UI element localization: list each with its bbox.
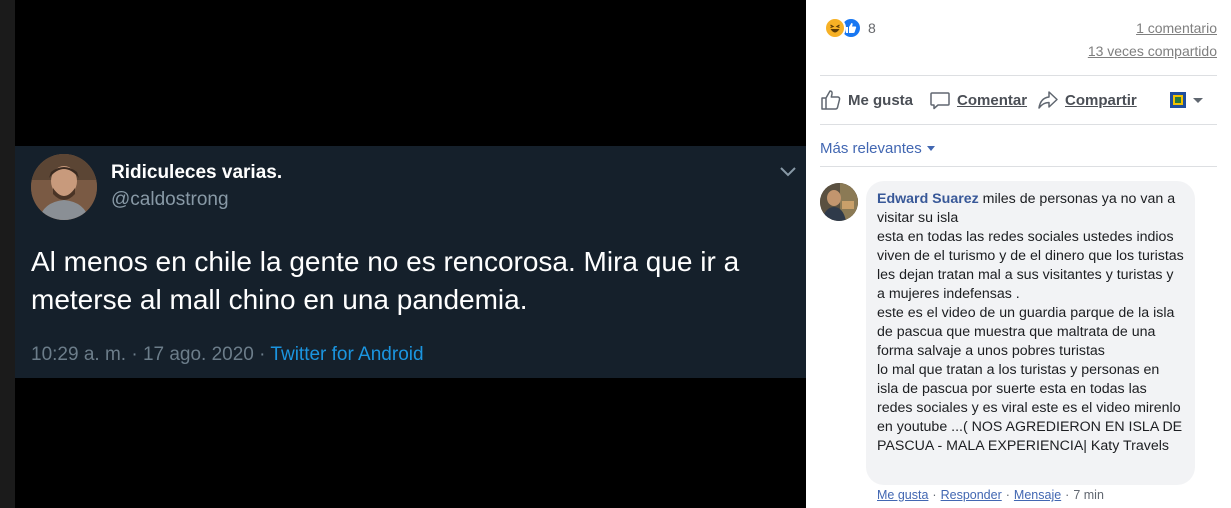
tweet-avatar	[31, 154, 97, 220]
comment-label: Comentar	[957, 91, 1028, 109]
thumbs-up-icon	[821, 90, 841, 110]
comments-count-link[interactable]: 1 comentario	[1136, 20, 1217, 36]
post-actions: Me gusta Comentar Compartir	[820, 86, 1220, 114]
post-photo[interactable]: Ridiculeces varias. @caldostrong Al meno…	[0, 0, 806, 508]
photo-edge	[0, 0, 15, 508]
share-button[interactable]: Compartir	[1037, 89, 1137, 111]
comment-actions: Me gusta · Responder · Mensaje · 7 min	[877, 488, 1104, 502]
tweet-meta: 10:29 a. m. · 17 ago. 2020 · Twitter for…	[31, 344, 424, 366]
comment-like-link[interactable]: Me gusta	[877, 488, 928, 502]
comment-message-link[interactable]: Mensaje	[1014, 488, 1061, 502]
facebook-panel: 8 1 comentario 13 veces compartido Me gu…	[806, 0, 1231, 508]
shares-count-link[interactable]: 13 veces compartido	[1088, 43, 1217, 59]
share-icon	[1038, 91, 1058, 109]
commenter-avatar[interactable]	[820, 183, 858, 221]
divider	[820, 124, 1217, 125]
comment-bubble: Edward Suarez miles de personas ya no va…	[866, 181, 1195, 485]
chevron-down-icon	[780, 167, 796, 177]
post-as-selector[interactable]	[1170, 92, 1205, 108]
share-label: Compartir	[1065, 91, 1137, 109]
haha-reaction-icon	[824, 17, 846, 39]
tweet-time: 10:29 a. m. · 17 ago. 2020 ·	[31, 344, 271, 365]
tweet-source: Twitter for Android	[270, 344, 424, 365]
like-button[interactable]: Me gusta	[820, 89, 913, 111]
comment-reply-link[interactable]: Responder	[941, 488, 1002, 502]
like-label: Me gusta	[848, 91, 914, 109]
comments-sort-label: Más relevantes	[820, 140, 922, 157]
reaction-count: 8	[868, 20, 876, 36]
tweet-display-name: Ridiculeces varias.	[111, 162, 283, 183]
comment-icon	[930, 92, 950, 110]
divider	[820, 166, 1217, 167]
page-avatar-icon	[1170, 92, 1186, 108]
comment-author[interactable]: Edward Suarez	[877, 191, 979, 207]
caret-down-icon	[926, 146, 935, 151]
divider	[820, 75, 1217, 76]
caret-down-icon	[1193, 98, 1203, 103]
tweet-text: Al menos en chile la gente no es rencoro…	[31, 246, 740, 315]
comment-button[interactable]: Comentar	[929, 89, 1027, 111]
comment-time: 7 min	[1073, 488, 1104, 502]
tweet-handle: @caldostrong	[111, 189, 229, 210]
comment-text: miles de personas ya no van a visitar su…	[877, 191, 1184, 454]
comments-sort-dropdown[interactable]: Más relevantes	[820, 140, 935, 157]
tweet-card: Ridiculeces varias. @caldostrong Al meno…	[15, 146, 806, 378]
reactions-summary[interactable]: 8	[824, 16, 876, 40]
